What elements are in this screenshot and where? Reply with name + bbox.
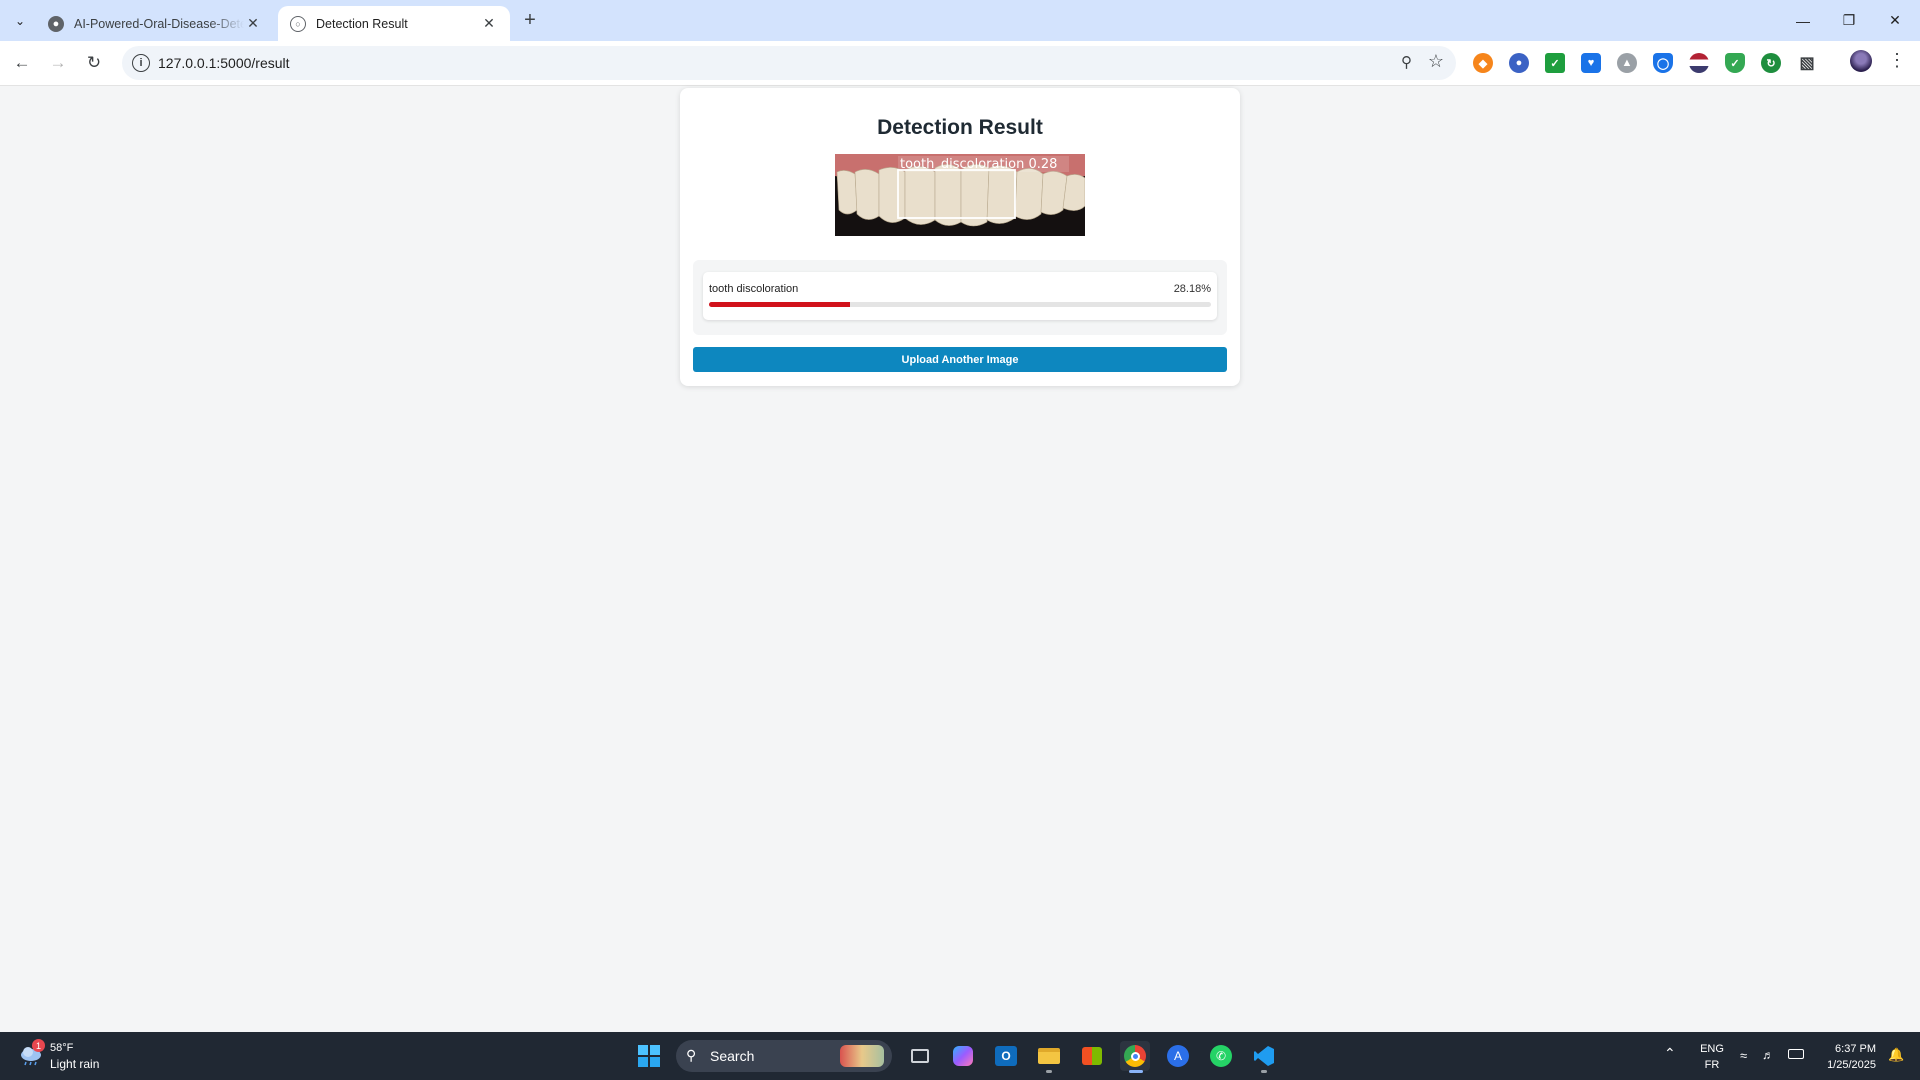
weather-badge: 1 <box>32 1039 45 1052</box>
battery-icon[interactable] <box>1788 1049 1804 1059</box>
result-card: Detection Result tooth_discoloration 0.2… <box>680 88 1240 386</box>
blue-extension-icon[interactable]: ● <box>1509 53 1529 73</box>
language-bottom[interactable]: FR <box>1694 1059 1730 1071</box>
weather-condition[interactable]: Light rain <box>50 1057 99 1071</box>
close-tab-icon[interactable]: ✕ <box>244 15 262 32</box>
menu-kebab-icon[interactable]: ⋮ <box>1888 50 1906 71</box>
search-highlight-image <box>840 1045 884 1067</box>
explorer-running-indicator <box>1046 1070 1052 1073</box>
windows-start-icon[interactable] <box>634 1041 664 1071</box>
back-arrow-icon[interactable]: ← <box>8 49 36 77</box>
flag-extension-icon[interactable] <box>1689 53 1709 73</box>
globe-icon: ○ <box>290 15 306 32</box>
tab-title: Detection Result <box>316 16 408 31</box>
detection-result-image: tooth_discoloration 0.28 <box>835 154 1085 240</box>
forward-arrow-icon[interactable]: → <box>44 49 72 77</box>
puzzle-icon[interactable]: ▧ <box>1797 53 1817 73</box>
copilot-icon[interactable] <box>948 1041 978 1071</box>
close-tab-icon[interactable]: ✕ <box>480 15 498 32</box>
minimize-icon[interactable]: — <box>1780 0 1826 41</box>
wifi-icon[interactable]: ≈ <box>1740 1048 1747 1063</box>
task-view-icon[interactable] <box>905 1041 935 1071</box>
weather-temperature[interactable]: 58°F <box>50 1042 73 1054</box>
site-info-icon[interactable]: i <box>132 54 150 72</box>
restore-icon[interactable]: ❐ <box>1826 0 1872 41</box>
volume-icon[interactable]: ♬ <box>1762 1048 1774 1062</box>
zoom-icon[interactable]: ⚲ <box>1401 53 1412 71</box>
vscode-running-indicator <box>1261 1070 1267 1073</box>
chrome-active-indicator <box>1129 1070 1143 1073</box>
clock-date[interactable]: 1/25/2025 <box>1812 1059 1876 1071</box>
app-store-icon[interactable]: A <box>1163 1041 1193 1071</box>
confidence-bar-fill <box>709 302 851 307</box>
tab-search-chevron-icon[interactable]: ⌄ <box>8 9 32 33</box>
clock-time[interactable]: 6:37 PM <box>1816 1043 1876 1055</box>
green-shield-extension-icon[interactable]: ✓ <box>1725 53 1745 73</box>
taskbar-search[interactable]: ⚲ Search <box>676 1040 892 1072</box>
overlay-label: tooth_discoloration 0.28 <box>900 157 1057 172</box>
outlook-icon[interactable]: O <box>991 1041 1021 1071</box>
url-text[interactable]: 127.0.0.1:5000/result <box>158 55 290 71</box>
page-body: Detection Result tooth_discoloration 0.2… <box>0 86 1920 1032</box>
detections-panel: tooth discoloration 28.18% <box>693 260 1227 335</box>
upload-another-image-button[interactable]: Upload Another Image <box>693 347 1227 372</box>
language-top[interactable]: ENG <box>1694 1043 1730 1055</box>
search-placeholder: Search <box>710 1048 755 1064</box>
search-icon: ⚲ <box>686 1047 697 1063</box>
whatsapp-icon[interactable]: ✆ <box>1206 1041 1236 1071</box>
detection-percent: 28.18% <box>1173 283 1211 295</box>
profile-avatar[interactable] <box>1850 50 1872 72</box>
detection-label: tooth discoloration <box>709 283 799 295</box>
green-refresh-extension-icon[interactable]: ↻ <box>1761 53 1781 73</box>
detection-item: tooth discoloration 28.18% <box>703 272 1217 320</box>
page-title: Detection Result <box>877 116 1043 139</box>
green-check-extension-icon[interactable]: ✓ <box>1545 53 1565 73</box>
metamask-icon[interactable]: ◆ <box>1473 53 1493 73</box>
new-tab-icon[interactable]: + <box>518 8 542 32</box>
tab-github[interactable]: ● AI-Powered-Oral-Disease-Detection ✕ <box>36 6 274 41</box>
microsoft-store-icon[interactable] <box>1077 1041 1107 1071</box>
blue-bookmark-extension-icon[interactable]: ♥ <box>1581 53 1601 73</box>
bookmark-star-icon[interactable]: ☆ <box>1428 51 1444 72</box>
address-bar[interactable]: i 127.0.0.1:5000/result ⚲ ☆ <box>122 46 1456 80</box>
close-window-icon[interactable]: ✕ <box>1872 0 1918 41</box>
github-icon: ● <box>48 15 64 32</box>
file-explorer-icon[interactable] <box>1034 1041 1064 1071</box>
gray-extension-icon[interactable]: ▲ <box>1617 53 1637 73</box>
tab-detection-result[interactable]: ○ Detection Result ✕ <box>278 6 510 41</box>
vscode-icon[interactable] <box>1249 1041 1279 1071</box>
shield-extension-icon[interactable]: ◯ <box>1653 53 1673 73</box>
tab-title: AI-Powered-Oral-Disease-Detection <box>74 16 244 31</box>
reload-icon[interactable]: ↻ <box>80 49 108 77</box>
tab-strip: ⌄ ● AI-Powered-Oral-Disease-Detection ✕ … <box>0 0 1920 41</box>
chrome-icon[interactable] <box>1120 1041 1150 1071</box>
show-hidden-icons-icon[interactable]: ⌃ <box>1664 1045 1676 1062</box>
confidence-bar-track <box>709 302 1211 307</box>
browser-toolbar: ← → ↻ i 127.0.0.1:5000/result ⚲ ☆ ◆ ● ✓ … <box>0 41 1920 86</box>
notification-bell-icon[interactable]: 🔔 <box>1888 1047 1904 1063</box>
